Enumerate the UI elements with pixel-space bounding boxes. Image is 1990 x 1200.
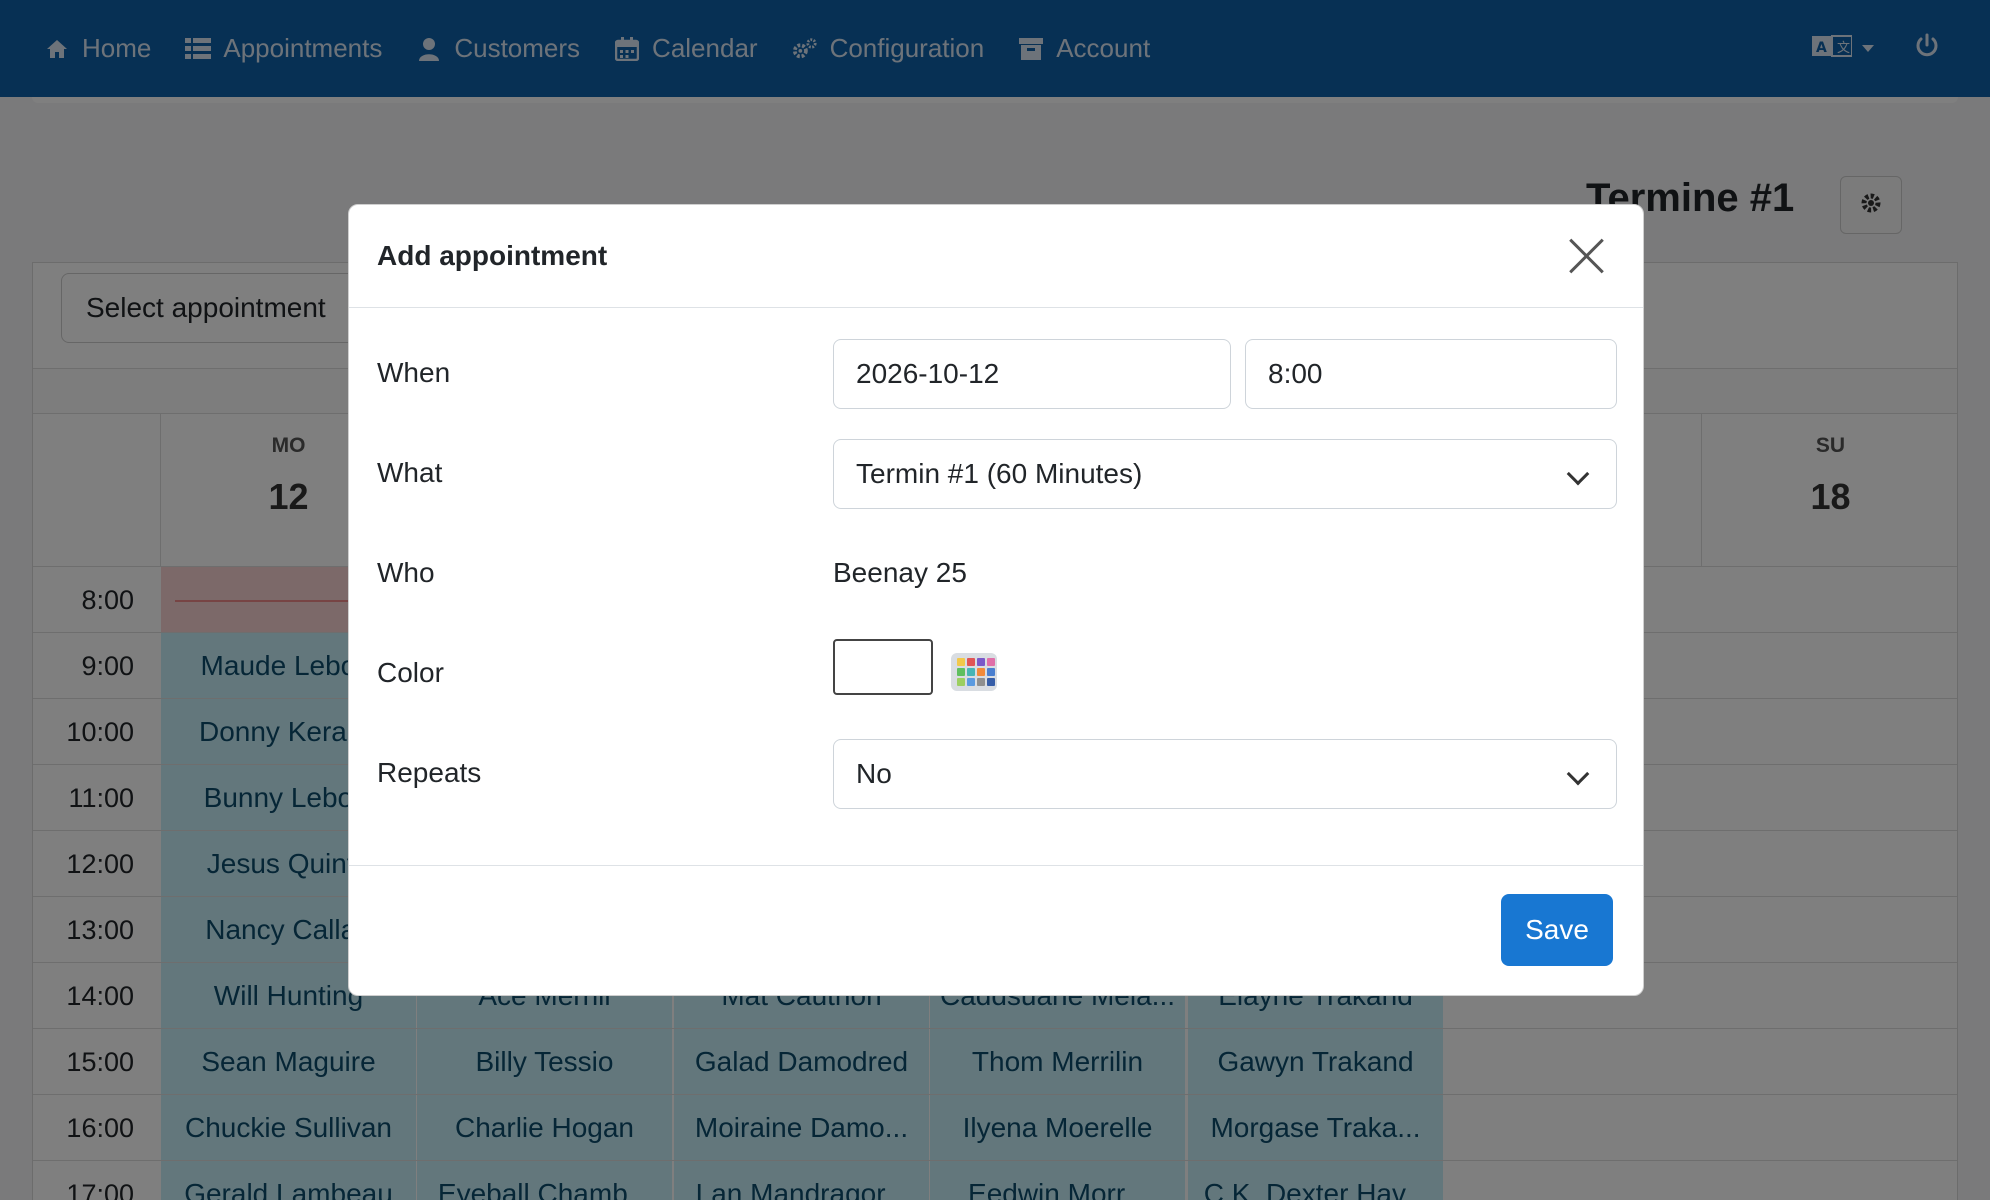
chevron-down-icon — [1566, 762, 1590, 786]
color-row: Color — [377, 639, 1615, 709]
color-label: Color — [377, 657, 444, 688]
appointment-type-value: Termin #1 (60 Minutes) — [856, 458, 1143, 489]
who-label: Who — [377, 557, 435, 588]
save-button[interactable]: Save — [1501, 894, 1613, 966]
who-row: Who Beenay 25 — [377, 539, 1615, 609]
repeats-label: Repeats — [377, 757, 482, 788]
modal-title: Add appointment — [377, 240, 608, 271]
modal-header: Add appointment — [349, 205, 1643, 308]
add-appointment-dialog: Add appointment When 2026-10-12 8:00 Wha… — [348, 204, 1644, 996]
chevron-down-icon — [1566, 462, 1590, 486]
what-label: What — [377, 457, 443, 488]
color-swatch[interactable] — [833, 639, 933, 695]
date-input[interactable]: 2026-10-12 — [833, 339, 1231, 409]
repeats-row: Repeats No — [377, 739, 1617, 809]
palette-icon[interactable] — [951, 653, 997, 691]
repeats-select[interactable]: No — [833, 739, 1617, 809]
who-value: Beenay 25 — [833, 557, 967, 588]
repeats-value: No — [856, 758, 892, 789]
what-row: What Termin #1 (60 Minutes) — [377, 439, 1617, 509]
close-icon[interactable] — [1567, 237, 1605, 275]
modal-footer: Save — [349, 865, 1643, 995]
when-row: When 2026-10-12 8:00 — [377, 339, 1617, 409]
appointment-type-select[interactable]: Termin #1 (60 Minutes) — [833, 439, 1617, 509]
time-input[interactable]: 8:00 — [1245, 339, 1617, 409]
when-label: When — [377, 357, 451, 388]
